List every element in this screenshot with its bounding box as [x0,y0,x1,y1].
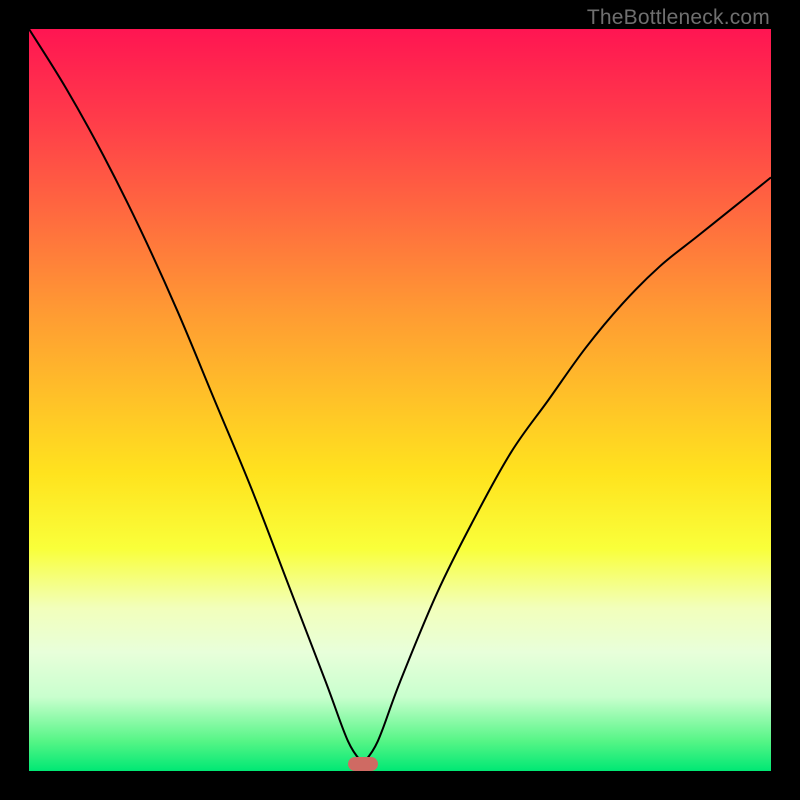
curve-layer [29,29,771,771]
watermark-text: TheBottleneck.com [587,6,770,30]
plot-area [29,29,771,771]
minimum-marker [348,757,378,771]
bottleneck-curve [29,29,771,764]
chart-frame: TheBottleneck.com [0,0,800,800]
